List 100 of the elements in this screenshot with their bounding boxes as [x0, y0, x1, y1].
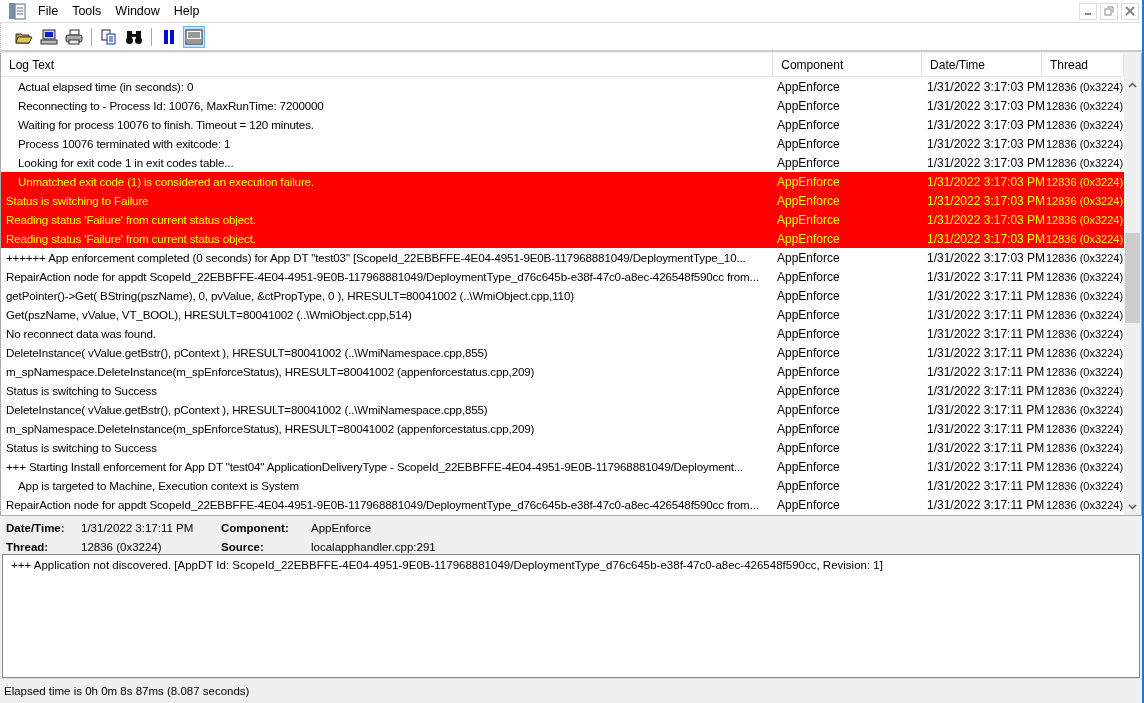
thread-cell-text: 12836 (0x3224) [1045, 346, 1124, 359]
date-time-cell-text: 1/31/2022 3:17:03 PM [926, 231, 1043, 246]
thread-cell-text: 12836 (0x3224) [1045, 118, 1124, 131]
log-text-cell-text: Process 10076 terminated with exitcode: 1 [17, 137, 232, 150]
log-text-cell-text: Waiting for process 10076 to finish. Timeout = 120 minutes. [17, 118, 315, 131]
date-time-cell-text: 1/31/2022 3:17:03 PM [926, 117, 1043, 132]
thread-cell-text: 12836 (0x3224) [1045, 213, 1124, 226]
date-time-cell-text: 1/31/2022 3:17:11 PM [926, 345, 1043, 360]
log-text-cell-text: Reading status 'Failure' from current status object. [5, 213, 257, 226]
component-cell-text: AppEnforce [776, 364, 841, 379]
column-header[interactable]: Log Text [1, 53, 774, 76]
scroll-thumb[interactable] [1125, 233, 1140, 323]
log-text-cell-text: No reconnect data was found. [5, 327, 157, 340]
log-text-cell-text: Unmatched exit code (1) is considered an execution failure. [17, 175, 315, 188]
component-cell-text: AppEnforce [776, 269, 841, 284]
thread-cell-text: 12836 (0x3224) [1045, 479, 1124, 492]
detail-label: Date/Time: [6, 521, 66, 534]
menu-item[interactable]: Help [171, 4, 208, 18]
component-cell-text: AppEnforce [776, 117, 841, 132]
minimize-icon [1085, 13, 1091, 15]
copy-icon [101, 28, 117, 45]
thread-cell-text: 12836 (0x3224) [1045, 403, 1124, 416]
log-text-cell-text: Actual elapsed time (in seconds): 0 [17, 80, 195, 93]
component-cell-text: AppEnforce [776, 478, 841, 493]
printer-icon [65, 28, 83, 45]
component-cell-text: AppEnforce [776, 440, 841, 455]
component-cell-text: AppEnforce [776, 345, 841, 360]
component-cell-text: AppEnforce [776, 307, 841, 322]
menu-item[interactable]: Tools [70, 4, 110, 18]
date-time-cell-text: 1/31/2022 3:17:11 PM [926, 307, 1043, 322]
close-icon [1125, 6, 1135, 16]
component-cell-text: AppEnforce [776, 136, 841, 151]
component-cell-text: AppEnforce [776, 174, 841, 189]
binoculars-icon [125, 28, 143, 45]
component-cell-text: AppEnforce [776, 421, 841, 436]
thread-cell-text: 12836 (0x3224) [1045, 422, 1124, 435]
component-cell-text: AppEnforce [776, 497, 841, 512]
thread-cell-text: 12836 (0x3224) [1045, 498, 1124, 511]
scroll-up-icon [1128, 81, 1137, 88]
component-cell-text: AppEnforce [776, 231, 841, 246]
date-time-cell-text: 1/31/2022 3:17:03 PM [926, 155, 1043, 170]
component-cell-text: AppEnforce [776, 212, 841, 227]
component-cell-text: AppEnforce [776, 155, 841, 170]
date-time-cell-text: 1/31/2022 3:17:11 PM [926, 364, 1043, 379]
log-text-cell-text: Reconnecting to - Process Id: 10076, MaxRunTime: 7200000 [17, 99, 325, 112]
menu-item[interactable]: File [36, 4, 67, 18]
log-text-cell-text: ++++++ App enforcement completed (0 seconds) for App DT "test03" [ScopeId_22EBBFFE-4E04-4951-9E0B-117968881049/DeploymentType_10... [5, 251, 747, 264]
thread-cell-text: 12836 (0x3224) [1045, 460, 1124, 473]
component-cell-text: AppEnforce [776, 98, 841, 113]
date-time-cell-text: 1/31/2022 3:17:03 PM [926, 174, 1043, 189]
date-time-cell-text: 1/31/2022 3:17:03 PM [926, 212, 1043, 227]
component-cell-text: AppEnforce [776, 402, 841, 417]
close-button[interactable] [1121, 2, 1139, 20]
log-text-cell-text: m_spNamespace.DeleteInstance(m_spEnforceStatus), HRESULT=80041002 (appenforcestatus.cpp,209) [5, 422, 536, 435]
thread-cell-text: 12836 (0x3224) [1045, 175, 1124, 188]
date-time-cell-text: 1/31/2022 3:17:03 PM [926, 250, 1043, 265]
date-time-cell-text: 1/31/2022 3:17:11 PM [926, 440, 1043, 455]
thread-cell-text: 12836 (0x3224) [1045, 99, 1124, 112]
thread-cell-text: 12836 (0x3224) [1045, 365, 1124, 378]
detail-label: Source: [221, 540, 265, 553]
column-header[interactable]: Date/Time [922, 53, 1042, 76]
thread-cell-text: 12836 (0x3224) [1045, 194, 1124, 207]
minimize-button[interactable] [1079, 2, 1097, 20]
date-time-cell-text: 1/31/2022 3:17:11 PM [926, 288, 1043, 303]
detail-label: Component: [221, 521, 290, 534]
component-cell-text: AppEnforce [776, 288, 841, 303]
log-text-cell-text: Reading status 'Failure' from current status object. [5, 232, 257, 245]
thread-cell-text: 12836 (0x3224) [1045, 308, 1124, 321]
date-time-cell-text: 1/31/2022 3:17:11 PM [926, 326, 1043, 341]
menu-item[interactable]: Window [113, 4, 168, 18]
column-header[interactable]: Component [773, 53, 923, 76]
date-time-cell-text: 1/31/2022 3:17:11 PM [926, 421, 1043, 436]
date-time-cell-text: 1/31/2022 3:17:11 PM [926, 383, 1043, 398]
component-cell-text: AppEnforce [776, 79, 841, 94]
window-icon [185, 28, 203, 45]
log-text-cell-text: Status is switching to Failure [5, 194, 150, 207]
component-cell-text: AppEnforce [776, 326, 841, 341]
log-text-cell-text: RepairAction node for appdt ScopeId_22EBBFFE-4E04-4951-9E0B-117968881049/DeploymentType_d76c645b-e38f-47c0-a8ec-426548f590cc from... [5, 498, 760, 511]
log-text-cell-text: getPointer()->Get( BString(pszName), 0, pvValue, &ctPropType, 0 ), HRESULT=80041002 (..\WmiObject.cpp,110) [5, 289, 575, 302]
message-text: +++ Application not discovered. [AppDT Id: ScopeId_22EBBFFE-4E04-4951-9E0B-117968881049/DeploymentType_d76c645b-e38f-47c0-a8ec-426548f590cc, Revision: 1] [11, 559, 883, 571]
detail-value: 1/31/2022 3:17:11 PM [81, 521, 194, 534]
status-text: Elapsed time is 0h 0m 8s 87ms (8.087 seconds) [4, 685, 250, 697]
thread-cell-text: 12836 (0x3224) [1045, 137, 1124, 150]
date-time-cell-text: 1/31/2022 3:17:11 PM [926, 497, 1043, 512]
component-cell-text: AppEnforce [776, 459, 841, 474]
thread-cell-text: 12836 (0x3224) [1045, 156, 1124, 169]
log-text-cell-text: Status is switching to Success [5, 384, 158, 397]
component-cell-text: AppEnforce [776, 383, 841, 398]
component-cell-text: AppEnforce [776, 193, 841, 208]
detail-label: Thread: [6, 540, 50, 553]
date-time-cell-text: 1/31/2022 3:17:03 PM [926, 79, 1043, 94]
thread-cell-text: 12836 (0x3224) [1045, 384, 1124, 397]
pause-icon [162, 28, 176, 45]
detail-value: localapphandler.cpp:291 [311, 540, 436, 553]
scroll-down-icon [1128, 503, 1137, 510]
thread-cell-text: 12836 (0x3224) [1045, 289, 1124, 302]
vertical-scrollbar[interactable] [1124, 53, 1141, 515]
detail-value: 12836 (0x3224) [81, 540, 162, 553]
computer-icon [40, 28, 58, 45]
thread-cell-text: 12836 (0x3224) [1045, 441, 1124, 454]
